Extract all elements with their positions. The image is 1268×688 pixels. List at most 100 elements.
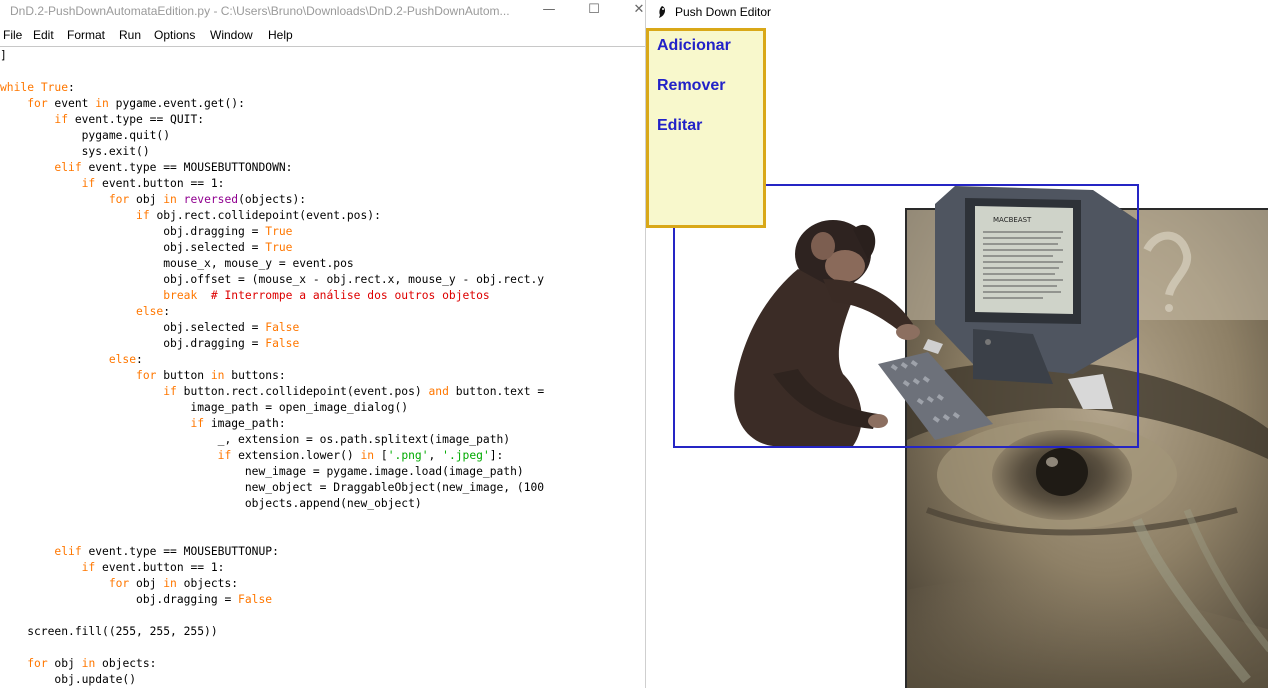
code-token: objects.append(new_object) bbox=[0, 497, 422, 510]
code-token: obj.rect.collidepoint(event.pos): bbox=[149, 209, 381, 222]
code-token: screen.fill((255, 255, 255)) bbox=[0, 625, 218, 638]
code-token: obj bbox=[129, 577, 164, 590]
code-token: event bbox=[47, 97, 96, 110]
code-token: else bbox=[108, 353, 137, 366]
code-token: : bbox=[68, 81, 75, 94]
code-token: in bbox=[163, 577, 177, 590]
code-token: for bbox=[108, 577, 130, 590]
code-token: (objects): bbox=[238, 193, 307, 206]
menu-options[interactable]: Options bbox=[154, 28, 195, 42]
menu-window[interactable]: Window bbox=[210, 28, 253, 42]
code-token: objects: bbox=[176, 577, 239, 590]
code-token: new_image = pygame.image.load(image_path… bbox=[0, 465, 524, 478]
code-line: if obj.rect.collidepoint(event.pos): bbox=[0, 208, 381, 224]
code-token: obj.dragging = bbox=[0, 337, 266, 350]
code-line: else: bbox=[0, 352, 143, 368]
code-token: button.text = bbox=[448, 385, 545, 398]
code-line: for obj in objects: bbox=[0, 656, 156, 672]
code-token: event.type == MOUSEBUTTONDOWN: bbox=[81, 161, 293, 174]
code-line: if extension.lower() in ['.png', '.jpeg'… bbox=[0, 448, 504, 464]
editor-menu-panel: Adicionar Remover Editar bbox=[646, 28, 766, 228]
code-token: new_object = DraggableObject(new_image, … bbox=[0, 481, 545, 494]
code-token: '.png' bbox=[387, 449, 429, 462]
code-line: mouse_x, mouse_y = event.pos bbox=[0, 256, 354, 272]
code-token: if bbox=[217, 449, 232, 462]
code-token: False bbox=[265, 321, 300, 334]
code-token: if bbox=[81, 561, 96, 574]
code-token: in bbox=[210, 369, 225, 382]
code-line: if image_path: bbox=[0, 416, 285, 432]
code-line: elif event.type == MOUSEBUTTONUP: bbox=[0, 544, 279, 560]
code-token: in bbox=[81, 657, 96, 670]
code-token: event.button == 1: bbox=[95, 177, 225, 190]
code-line: image_path = open_image_dialog() bbox=[0, 400, 408, 416]
editor-canvas[interactable]: MACBEAST Adicionar Remover Editar bbox=[646, 26, 1268, 688]
code-token: break bbox=[163, 289, 198, 302]
menu-help[interactable]: Help bbox=[268, 28, 293, 42]
menu-file[interactable]: File bbox=[3, 28, 22, 42]
code-token: '.jpeg' bbox=[442, 449, 490, 462]
code-line: for event in pygame.event.get(): bbox=[0, 96, 245, 112]
close-icon[interactable]: ✕ bbox=[617, 0, 645, 22]
remover-button[interactable]: Remover bbox=[657, 77, 725, 95]
code-line: pygame.quit() bbox=[0, 128, 170, 144]
maximize-icon[interactable]: ☐ bbox=[572, 0, 616, 22]
menu-format[interactable]: Format bbox=[67, 28, 105, 42]
code-token: obj.update() bbox=[0, 673, 137, 686]
code-token: for bbox=[27, 657, 48, 670]
code-line: break # Interrompe a análise dos outros … bbox=[0, 288, 490, 304]
code-token: elif bbox=[54, 161, 82, 174]
code-token: # Interrompe a análise dos outros objeto… bbox=[210, 289, 490, 302]
code-line: objects.append(new_object) bbox=[0, 496, 422, 512]
push-down-editor-window: Push Down Editor MACBEAST Adicionar Remo… bbox=[646, 0, 1268, 688]
code-line: obj.dragging = False bbox=[0, 592, 272, 608]
code-line: obj.offset = (mouse_x - obj.rect.x, mous… bbox=[0, 272, 544, 288]
code-token: obj bbox=[47, 657, 82, 670]
code-line: while True: bbox=[0, 80, 75, 96]
code-token: , bbox=[428, 449, 443, 462]
code-token: False bbox=[238, 593, 273, 606]
code-token: in bbox=[360, 449, 375, 462]
editar-button[interactable]: Editar bbox=[657, 117, 702, 135]
code-line: _, extension = os.path.splitext(image_pa… bbox=[0, 432, 510, 448]
code-token: objects: bbox=[95, 657, 157, 670]
code-token: obj.dragging = bbox=[0, 593, 239, 606]
code-token: button.rect.collidepoint(event.pos) bbox=[176, 385, 429, 398]
code-line: if button.rect.collidepoint(event.pos) a… bbox=[0, 384, 544, 400]
code-token: False bbox=[265, 337, 300, 350]
code-token: in bbox=[163, 193, 177, 206]
adicionar-button[interactable]: Adicionar bbox=[657, 37, 731, 55]
code-token: pygame.quit() bbox=[0, 129, 171, 142]
code-line: sys.exit() bbox=[0, 144, 150, 160]
code-token: if bbox=[54, 113, 69, 126]
code-token: for bbox=[27, 97, 48, 110]
code-token: mouse_x, mouse_y = event.pos bbox=[0, 257, 354, 270]
idle-title-bar[interactable]: DnD.2-PushDownAutomataEdition.py - C:\Us… bbox=[0, 0, 645, 22]
minimize-icon[interactable]: — bbox=[527, 0, 571, 22]
menu-edit[interactable]: Edit bbox=[33, 28, 54, 42]
code-line: obj.dragging = False bbox=[0, 336, 299, 352]
code-line: for button in buttons: bbox=[0, 368, 286, 384]
code-token: and bbox=[428, 385, 449, 398]
code-token: extension.lower() bbox=[231, 449, 361, 462]
code-token: if bbox=[190, 417, 205, 430]
code-line: obj.selected = False bbox=[0, 320, 299, 336]
code-token: event.type == MOUSEBUTTONUP: bbox=[81, 545, 279, 558]
code-line: if event.type == QUIT: bbox=[0, 112, 204, 128]
python-feather-icon bbox=[659, 6, 666, 18]
code-editor[interactable]: ] while True: for event in pygame.event.g… bbox=[0, 48, 645, 688]
code-token: event.type == QUIT: bbox=[68, 113, 205, 126]
code-token: [ bbox=[374, 449, 388, 462]
menu-run[interactable]: Run bbox=[119, 28, 141, 42]
code-token: image_path = open_image_dialog() bbox=[0, 401, 409, 414]
